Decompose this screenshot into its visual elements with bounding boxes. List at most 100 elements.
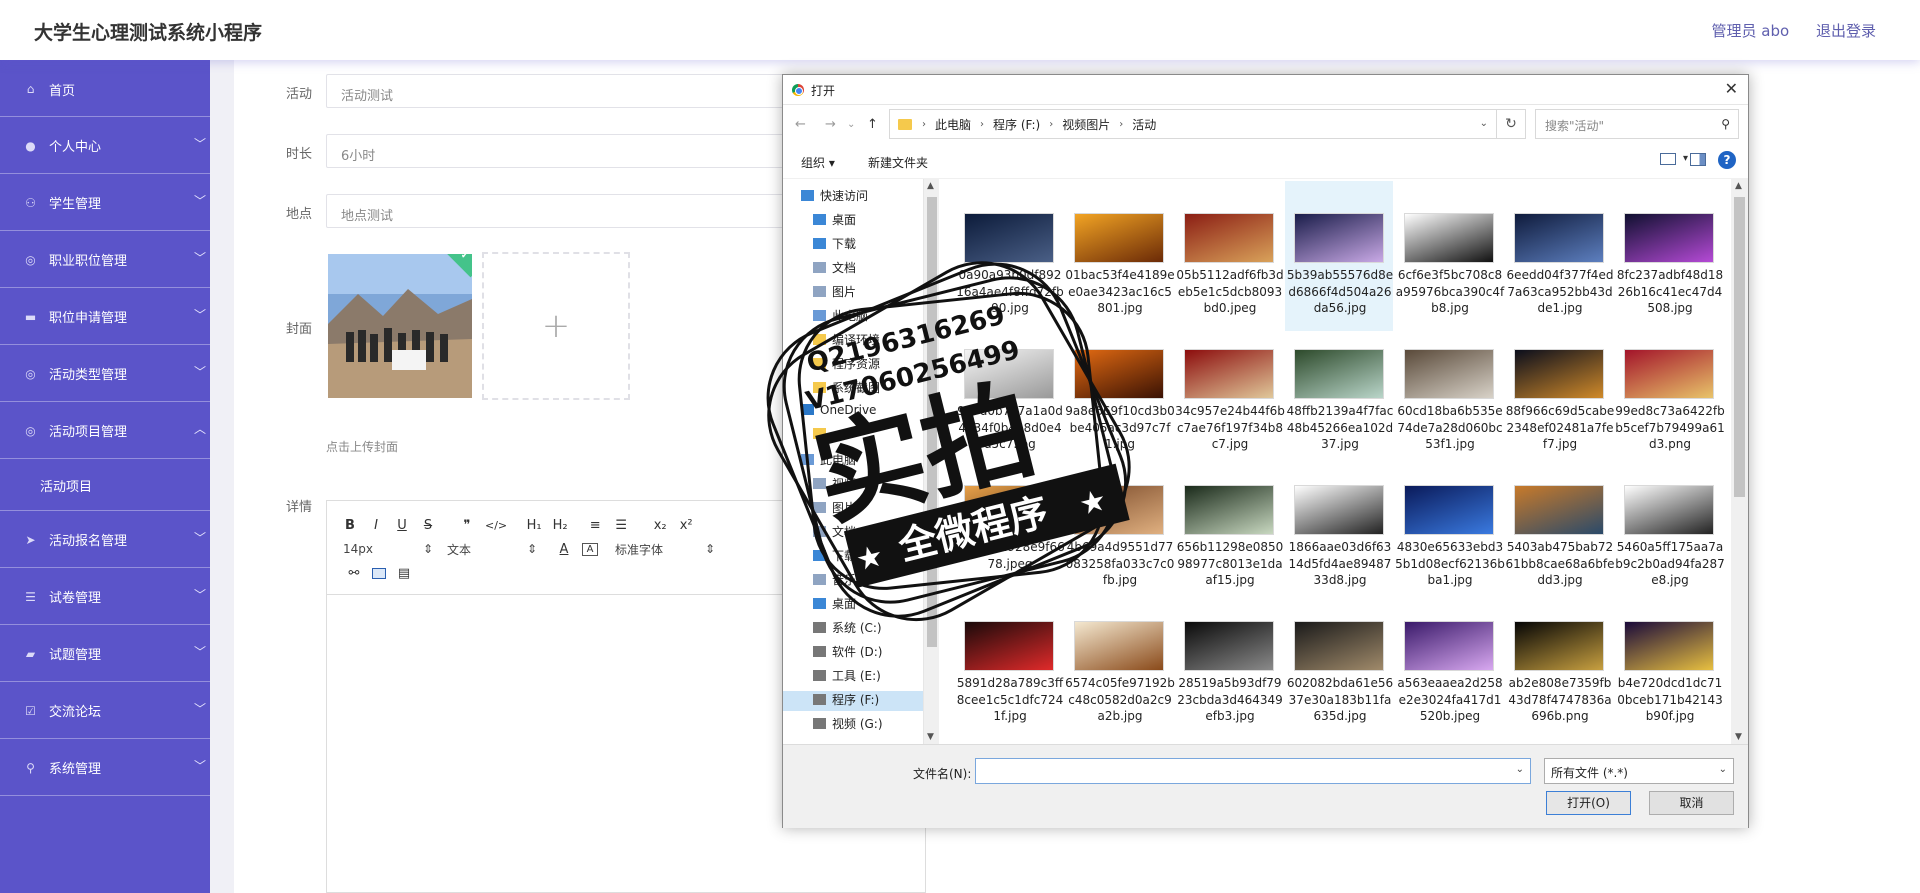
nav-tree-item[interactable]: 下载 xyxy=(813,547,856,567)
cancel-button[interactable]: 取消 xyxy=(1649,791,1734,815)
sidebar-item[interactable]: ▰ 试题管理 ﹀ xyxy=(0,625,210,682)
nav-tree-item[interactable]: 下载 xyxy=(813,235,856,255)
open-button[interactable]: 打开(O) xyxy=(1546,791,1631,815)
nav-tree-item[interactable]: 图片 xyxy=(813,499,856,519)
strike-button[interactable]: S xyxy=(420,518,436,533)
file-item[interactable]: 5891d28a789c3ff8cee1c5c1dfc7241f.jpg xyxy=(955,589,1063,739)
filename-input[interactable]: ⌄ xyxy=(975,758,1531,784)
nav-tree-item[interactable]: 视频 (G:) xyxy=(813,715,883,735)
file-item[interactable]: 4830e65633ebd35b1d08ecf62136bba1.jpg xyxy=(1395,453,1505,603)
file-item[interactable]: 6574c05fe97192bc48c0582d0a2c9a2b.jpg xyxy=(1065,589,1175,739)
nav-tree-item[interactable]: 程序资源 xyxy=(813,355,880,375)
help-icon[interactable]: ? xyxy=(1718,151,1736,169)
font-size-select[interactable]: 14px ⇕ xyxy=(343,542,433,556)
sidebar-item[interactable]: ⌂ 首页 xyxy=(0,60,210,117)
file-item[interactable]: 5460a5ff175aa7ab9c2b0ad94fa287e8.jpg xyxy=(1615,453,1725,603)
logout-link[interactable]: 退出登录 xyxy=(1816,22,1876,40)
duration-input[interactable]: 6小时 xyxy=(326,134,786,168)
file-item[interactable]: 656b11298e085098977c8013e1daaf15.jpg xyxy=(1175,453,1283,603)
video-icon[interactable]: ▤ xyxy=(396,566,412,581)
sidebar-subitem-activity-project[interactable]: 活动项目 xyxy=(0,459,210,511)
close-icon[interactable]: ✕ xyxy=(1725,79,1738,98)
search-input[interactable]: 搜索"活动" ⚲ xyxy=(1535,109,1739,139)
bold-button[interactable]: B xyxy=(342,518,358,533)
breadcrumb-item[interactable]: 视频图片 xyxy=(1062,116,1110,133)
sidebar-item[interactable]: ⚲ 系统管理 ﹀ xyxy=(0,739,210,796)
nav-tree-item[interactable]: OneDrive xyxy=(801,403,876,423)
location-input[interactable]: 地点测试 xyxy=(326,194,786,228)
scroll-down-icon[interactable]: ▼ xyxy=(927,732,934,742)
file-item[interactable]: 34c957e24b44f6bc7ae76f197f34b8c7.jpg xyxy=(1175,317,1285,467)
file-item[interactable]: 0a90a93b0df89216a4ae4f8ffd72fb90.jpg xyxy=(955,181,1064,331)
h1-button[interactable]: H₁ xyxy=(526,518,542,533)
scroll-down-icon[interactable]: ▼ xyxy=(1735,732,1742,742)
file-item[interactable]: 05b5112adf6fb3deb5e1c5dcb8093bd0.jpeg xyxy=(1175,181,1284,331)
code-button[interactable]: </> xyxy=(485,519,507,532)
file-item[interactable]: 5403ab475bab7261bb8cae68a6bfedd3.jpg xyxy=(1505,453,1614,603)
filetype-select[interactable]: 所有文件 (*.*) ⌄ xyxy=(1544,758,1734,784)
file-item[interactable]: 99ed8c73a6422fbb5cef7b79499a61d3.png xyxy=(1615,317,1725,467)
nav-tree-item[interactable]: 快速访问 xyxy=(801,187,868,207)
nav-tree-item[interactable]: 系统截图 xyxy=(813,379,880,399)
forward-arrow-icon[interactable]: → xyxy=(825,117,836,132)
quote-button[interactable]: ❞ xyxy=(459,518,475,533)
file-item[interactable]: 0e6c7b1928e9f6678.jpeg xyxy=(955,453,1065,603)
scroll-thumb[interactable] xyxy=(1734,197,1745,497)
text-type-select[interactable]: 文本 ⇕ xyxy=(447,541,537,558)
nav-tree-item[interactable]: 工具 (E:) xyxy=(813,667,881,687)
file-item[interactable]: 6eedd04f377f4ed7a63ca952bb43dde1.jpg xyxy=(1505,181,1613,331)
underline-button[interactable]: U xyxy=(394,518,410,533)
italic-button[interactable]: I xyxy=(368,518,384,533)
sidebar-item[interactable]: ◎ 活动类型管理 ﹀ xyxy=(0,345,210,402)
h2-button[interactable]: H₂ xyxy=(552,518,568,533)
sidebar-item[interactable]: ☰ 试卷管理 ﹀ xyxy=(0,568,210,625)
image-icon[interactable] xyxy=(372,567,386,579)
file-item[interactable]: 60cd18ba6b535e74de7a28d060bc53f1.jpg xyxy=(1395,317,1503,467)
nav-tree-item[interactable]: 音乐 xyxy=(813,571,856,591)
subscript-button[interactable]: x₂ xyxy=(652,518,668,533)
refresh-button[interactable]: ↻ xyxy=(1496,109,1526,139)
file-item[interactable]: 8fc237adbf48d1826b16c41ec47d4508.jpg xyxy=(1615,181,1723,331)
nav-tree-item[interactable]: 程序 (F:) xyxy=(783,691,923,711)
file-item[interactable]: 01bac53f4e4189ee0ae3423ac16c5801.jpg xyxy=(1065,181,1175,331)
bullet-list-button[interactable]: ☰ xyxy=(613,518,629,533)
nav-tree-item[interactable]: 编译环境 xyxy=(813,331,880,351)
nav-tree-item[interactable]: 文档 xyxy=(813,523,856,543)
chevron-down-icon[interactable]: ⌄ xyxy=(1480,118,1488,129)
file-item[interactable]: 4b69a4d9551d77083258fa033c7c0fb.jpg xyxy=(1065,453,1174,603)
nav-tree-item[interactable]: 桌面 xyxy=(813,595,856,615)
sidebar-item[interactable]: ☑ 交流论坛 ﹀ xyxy=(0,682,210,739)
file-item[interactable]: 602082bda61e5637e30a183b11fa635d.jpg xyxy=(1285,589,1393,739)
sidebar-item[interactable]: ◎ 职业职位管理 ﹀ xyxy=(0,231,210,288)
nav-tree-item[interactable]: 图片 xyxy=(813,283,856,303)
file-item[interactable]: 88f966c69d5cabe2348ef02481a7fef7.jpg xyxy=(1505,317,1614,467)
back-arrow-icon[interactable]: ← xyxy=(795,117,806,132)
nav-tree-item[interactable] xyxy=(813,427,832,447)
cover-image[interactable]: ✔ xyxy=(328,254,472,398)
font-color-icon[interactable]: A xyxy=(556,542,572,557)
nav-tree-item[interactable]: 系统 (C:) xyxy=(813,619,882,639)
file-item[interactable]: b4e720dcd1dc710bceb171b42143b90f.jpg xyxy=(1615,589,1723,739)
activity-input[interactable]: 活动测试 xyxy=(326,74,786,108)
nav-tree-item[interactable]: 桌面 xyxy=(813,211,856,231)
preview-pane-icon[interactable] xyxy=(1690,153,1706,166)
scroll-thumb[interactable] xyxy=(927,197,937,647)
file-item[interactable]: 28519a5b93df7923cbda3d464349efb3.jpg xyxy=(1175,589,1283,739)
font-family-select[interactable]: 标准字体 ⇕ xyxy=(615,541,715,558)
view-dropdown-icon[interactable]: ▾ xyxy=(1683,153,1688,164)
file-item[interactable]: ab2e808e7359fb43d78f4747836a696b.png xyxy=(1505,589,1613,739)
sidebar-item[interactable]: ⚇ 学生管理 ﹀ xyxy=(0,174,210,231)
ordered-list-button[interactable]: ≡ xyxy=(587,518,603,533)
up-arrow-icon[interactable]: ↑ xyxy=(867,117,878,132)
nav-tree-item[interactable]: 视频 xyxy=(813,475,856,495)
nav-tree-item[interactable]: 文档 xyxy=(813,259,856,279)
sidebar-item[interactable]: ▬ 职位申请管理 ﹀ xyxy=(0,288,210,345)
files-scrollbar[interactable]: ▲ ▼ xyxy=(1731,179,1748,744)
scroll-up-icon[interactable]: ▲ xyxy=(1735,181,1742,191)
superscript-button[interactable]: x² xyxy=(678,518,694,533)
recent-dropdown-icon[interactable]: ⌄ xyxy=(847,119,855,130)
breadcrumb-item[interactable]: 程序 (F:) xyxy=(993,116,1040,133)
upload-cover-button[interactable]: + xyxy=(482,252,630,400)
file-item[interactable]: 9e7d0b7e7a1a0d4734f0b4b8d0e4a5c7.jpg xyxy=(955,317,1063,467)
background-color-icon[interactable]: A xyxy=(582,542,598,556)
